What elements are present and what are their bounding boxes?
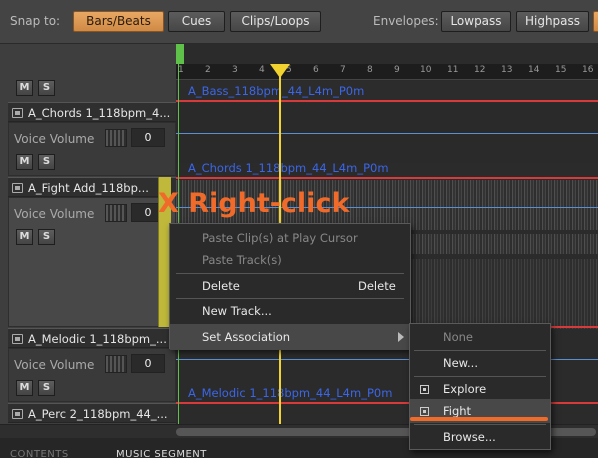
ruler-number: 9 (394, 65, 400, 75)
ruler-number: 8 (367, 65, 373, 75)
track-title-melodic[interactable]: A_Melodic 1_118bpm_... (8, 328, 176, 348)
envelopes-label: Envelopes: (373, 14, 439, 28)
solo-button[interactable]: S (38, 80, 55, 96)
lane-chords[interactable]: A_Chords 1_118bpm_44_L4m_P0m (176, 159, 598, 179)
voice-volume-label: Voice Volume (14, 132, 95, 146)
track-icon (12, 334, 23, 344)
mute-button[interactable]: M (16, 80, 33, 96)
ruler-number: 7 (340, 65, 346, 75)
tab-contents[interactable]: CONTENTS (10, 449, 69, 458)
submenu-item-browse[interactable]: Browse... (410, 424, 550, 450)
ruler-number: 11 (447, 65, 459, 75)
mute-button[interactable]: M (16, 229, 33, 245)
tab-music-segment[interactable]: MUSIC SEGMENT (116, 449, 207, 458)
ruler-number: 13 (501, 65, 513, 75)
snap-bars-beats-button[interactable]: Bars/Beats (73, 11, 164, 32)
track-name: A_Chords 1_118bpm_4... (28, 106, 171, 120)
fight-highlight-underline (410, 417, 548, 421)
voice-volume-slider[interactable] (105, 129, 127, 147)
envelope-line (176, 177, 598, 179)
checkbox-icon (420, 385, 429, 394)
track-headers: M S A_Chords 1_118bpm_4... Voice Volume … (0, 44, 176, 424)
voice-volume-label: Voice Volume (14, 358, 95, 372)
play-cursor-handle[interactable] (270, 64, 290, 78)
checkbox-icon (420, 407, 429, 416)
envelope-extra-button[interactable] (593, 11, 598, 32)
timeline-ruler[interactable]: 1 2 3 4 5 6 7 8 9 10 11 12 13 14 15 16 (176, 64, 598, 80)
lane-chords-body[interactable] (176, 103, 598, 163)
envelope-lowpass-button[interactable]: Lowpass (441, 11, 511, 32)
track-name: A_Fight Add_118bp... (28, 181, 149, 195)
track-controls-chords: Voice Volume 0 M S (8, 122, 176, 176)
clip-label: A_Chords 1_118bpm_44_L4m_P0m (188, 161, 389, 175)
menu-item-label: Set Association (202, 330, 291, 344)
snap-clips-loops-button[interactable]: Clips/Loops (230, 11, 321, 32)
voice-volume-value[interactable]: 0 (131, 354, 165, 373)
ruler-number: 15 (555, 65, 567, 75)
solo-button[interactable]: S (38, 229, 55, 245)
snap-cues-button[interactable]: Cues (168, 11, 225, 32)
submenu-item-none[interactable]: None (410, 324, 550, 350)
context-menu: Paste Clip(s) at Play Cursor Paste Track… (169, 223, 411, 350)
toolbar: Snap to: Bars/Beats Cues Clips/Loops Env… (0, 0, 598, 44)
voice-volume-slider[interactable] (105, 355, 127, 373)
ruler-number: 16 (582, 65, 594, 75)
envelope-line (176, 100, 598, 102)
ruler-number: 2 (205, 65, 211, 75)
solo-button[interactable]: S (38, 380, 55, 396)
track-title-chords[interactable]: A_Chords 1_118bpm_4... (8, 102, 176, 122)
track-icon (12, 108, 23, 118)
track-name: A_Perc 2_118bpm_44_... (28, 407, 168, 421)
track-icon (12, 183, 23, 193)
ruler-number: 12 (474, 65, 486, 75)
track-controls-melodic: Voice Volume 0 M S (8, 348, 176, 402)
association-submenu: None New... Explore Fight Browse... (409, 323, 551, 450)
ruler-number: 14 (528, 65, 540, 75)
right-click-annotation: X Right-click (158, 188, 350, 219)
ruler-number: 4 (259, 65, 265, 75)
track-title-perc[interactable]: A_Perc 2_118bpm_44_... (8, 403, 176, 423)
ruler-number: 3 (232, 65, 238, 75)
track-name: A_Melodic 1_118bpm_... (28, 332, 167, 346)
voice-volume-label: Voice Volume (14, 207, 95, 221)
solo-button[interactable]: S (38, 154, 55, 170)
envelope-highpass-button[interactable]: Highpass (516, 11, 589, 32)
lane-bass[interactable]: A_Bass_118bpm_44_L4m_P0m (176, 81, 598, 103)
submenu-item-new[interactable]: New... (410, 350, 550, 376)
ruler-number: 10 (420, 65, 432, 75)
snap-label: Snap to: (10, 14, 61, 28)
ruler-number: 6 (313, 65, 319, 75)
voice-volume-slider[interactable] (105, 204, 127, 222)
clip-label: A_Bass_118bpm_44_L4m_P0m (188, 84, 365, 98)
voice-volume-value[interactable]: 0 (131, 128, 165, 147)
menu-item-shortcut: Delete (358, 279, 396, 293)
menu-item-delete[interactable]: Delete Delete (170, 273, 410, 299)
submenu-item-label: Fight (443, 404, 472, 418)
menu-item-set-association[interactable]: Set Association (170, 324, 410, 350)
track-icon (12, 409, 23, 419)
menu-item-new-track[interactable]: New Track... (170, 298, 410, 324)
menu-item-label: Delete (202, 279, 240, 293)
clip-label: A_Melodic 1_118bpm_44_L4m_P0m (188, 386, 393, 400)
track-title-fight-add[interactable]: A_Fight Add_118bp... (8, 177, 176, 197)
submenu-item-label: Explore (443, 382, 487, 396)
mute-button[interactable]: M (16, 380, 33, 396)
envelope-line (176, 133, 598, 134)
menu-item-paste-tracks[interactable]: Paste Track(s) (170, 247, 410, 273)
mute-button[interactable]: M (16, 154, 33, 170)
track-controls-fight-add: Voice Volume 0 M S (8, 197, 176, 327)
submenu-arrow-icon (398, 332, 404, 342)
